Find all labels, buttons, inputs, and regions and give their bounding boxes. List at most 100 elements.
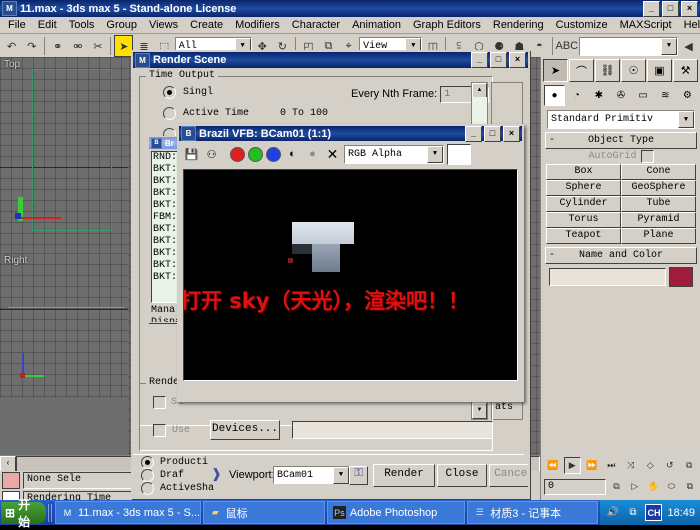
geometry-icon[interactable]: ● xyxy=(544,85,566,106)
close-button[interactable]: × xyxy=(503,125,520,142)
modify-tab[interactable]: ⌒ xyxy=(569,59,594,82)
render-button[interactable]: Render xyxy=(373,464,435,487)
shapes-icon[interactable]: ◔ xyxy=(566,85,588,106)
menu-animation[interactable]: Animation xyxy=(346,18,407,32)
pyramid-button[interactable]: Pyramid xyxy=(621,212,696,228)
rollout-collapse-icon[interactable]: - xyxy=(546,250,558,261)
viewport-dropdown[interactable]: BCam01 ▼ xyxy=(273,466,350,484)
taskbar-item-folder[interactable]: ▰ 鼠标 xyxy=(202,501,325,524)
space-warps-icon[interactable]: ≋ xyxy=(654,85,676,106)
cylinder-button[interactable]: Cylinder xyxy=(546,196,621,212)
unlink-selection-icon[interactable]: ⚮ xyxy=(68,35,88,57)
clear-icon[interactable]: ✕ xyxy=(324,146,341,163)
menu-character[interactable]: Character xyxy=(286,18,346,32)
object-category-dropdown[interactable]: Standard Primitiv ▼ xyxy=(547,110,695,129)
torus-button[interactable]: Torus xyxy=(546,212,621,228)
object-type-header[interactable]: - Object Type xyxy=(545,132,697,149)
field-of-view-icon[interactable]: ▷ xyxy=(626,478,643,495)
rollout-collapse-icon[interactable]: - xyxy=(546,135,558,146)
named-selection-sets-icon[interactable]: ABC xyxy=(555,35,578,57)
viewport-right[interactable]: Right xyxy=(0,253,128,398)
name-and-color-header[interactable]: - Name and Color xyxy=(545,247,697,264)
chevron-down-icon[interactable]: ▼ xyxy=(427,145,443,163)
object-name-input[interactable] xyxy=(549,268,666,286)
sphere-button[interactable]: Sphere xyxy=(546,180,621,196)
device-field[interactable] xyxy=(292,421,493,439)
devices-button[interactable]: Devices... xyxy=(210,420,281,440)
autogrid-checkbox[interactable] xyxy=(640,149,654,163)
maximize-button[interactable]: □ xyxy=(662,0,679,17)
menu-customize[interactable]: Customize xyxy=(550,18,614,32)
activeshade-radio[interactable] xyxy=(141,482,154,495)
menu-create[interactable]: Create xyxy=(184,18,229,32)
step-back-icon[interactable]: ⏪ xyxy=(544,457,562,474)
menu-tools[interactable]: Tools xyxy=(63,18,101,32)
maximize-button[interactable]: □ xyxy=(490,52,507,68)
current-frame-input[interactable]: 0 xyxy=(544,478,607,495)
taskbar-item-max[interactable]: M 11.max - 3ds max 5 - S... xyxy=(55,501,201,524)
color-swatch[interactable] xyxy=(447,143,471,165)
arc-rotate-icon[interactable]: ↺ xyxy=(661,457,679,474)
teapot-button[interactable]: Teapot xyxy=(546,228,621,244)
select-and-link-icon[interactable]: ⚭ xyxy=(48,35,68,57)
minimize-button[interactable]: _ xyxy=(471,52,488,68)
orbit-icon[interactable]: ⬭ xyxy=(663,478,680,495)
monochrome-icon[interactable]: ● xyxy=(304,146,321,163)
key-mode-icon[interactable]: ⧉ xyxy=(608,478,625,495)
redo-icon[interactable]: ↷ xyxy=(22,35,42,57)
systems-icon[interactable]: ⚙ xyxy=(676,85,698,106)
production-radio-row[interactable]: Producti xyxy=(141,456,208,469)
viewport-top[interactable]: Top xyxy=(0,57,128,252)
taskbar-item-notepad[interactable]: ☰ 材质3 - 记事本 xyxy=(467,501,599,524)
close-button[interactable]: × xyxy=(681,0,698,17)
single-frame-radio-row[interactable]: Singl xyxy=(163,86,213,99)
bind-to-space-warp-icon[interactable]: ✂ xyxy=(88,35,108,57)
single-frame-radio[interactable] xyxy=(163,86,176,99)
use-device-checkbox[interactable] xyxy=(153,423,166,437)
hierarchy-tab[interactable]: ⛓ xyxy=(595,59,620,82)
minimize-button[interactable]: _ xyxy=(465,125,482,142)
motion-tab[interactable]: ☉ xyxy=(621,59,646,82)
draft-radio[interactable] xyxy=(141,469,154,482)
viewport-lock-button[interactable]: ⚿ xyxy=(349,466,368,485)
taskbar-grip[interactable] xyxy=(48,503,53,522)
display-tab[interactable]: ▣ xyxy=(647,59,672,82)
geosphere-button[interactable]: GeoSphere xyxy=(621,180,696,196)
step-forward-icon[interactable]: ⏩ xyxy=(583,457,601,474)
maximize-button[interactable]: □ xyxy=(484,125,501,142)
maximize-viewport-icon[interactable]: ⧉ xyxy=(681,478,698,495)
named-selection-sets-dropdown[interactable]: ▼ xyxy=(578,36,678,56)
save-file-checkbox[interactable] xyxy=(153,396,166,409)
blue-channel-button[interactable] xyxy=(266,146,281,162)
production-radio[interactable] xyxy=(141,456,154,469)
vfb-render-canvas[interactable]: 打开 sky（天光），渲染吧！！ xyxy=(183,169,518,381)
chevron-down-icon[interactable]: ▼ xyxy=(333,466,349,484)
close-button[interactable]: Close xyxy=(437,464,487,487)
quick-render-icon[interactable]: ◓ xyxy=(529,35,549,57)
minimize-button[interactable]: _ xyxy=(643,0,660,17)
clone-icon[interactable]: ⚇ xyxy=(203,146,220,163)
zoom-extents-icon[interactable]: ⤨ xyxy=(622,457,640,474)
arc-rotate-icon[interactable]: ◀ xyxy=(678,35,699,57)
zoom-all-icon[interactable]: ◇ xyxy=(641,457,659,474)
utilities-tab[interactable]: ⚒ xyxy=(673,59,698,82)
draft-radio-row[interactable]: Draf xyxy=(141,469,184,482)
save-icon[interactable]: 💾 xyxy=(183,146,200,163)
start-button[interactable]: ⊞ 开始 xyxy=(1,498,47,529)
menu-group[interactable]: Group xyxy=(100,18,143,32)
min-max-toggle-icon[interactable]: ⧉ xyxy=(680,457,698,474)
object-color-swatch[interactable] xyxy=(669,267,693,287)
pan-icon[interactable]: ✋ xyxy=(644,478,662,495)
menu-graph-editors[interactable]: Graph Editors xyxy=(407,18,487,32)
tube-button[interactable]: Tube xyxy=(621,196,696,212)
menu-help[interactable]: Help xyxy=(678,18,700,32)
helpers-icon[interactable]: ▭ xyxy=(632,85,654,106)
undo-icon[interactable]: ↶ xyxy=(2,35,22,57)
goto-end-icon[interactable]: ⏭ xyxy=(602,457,620,474)
channel-dropdown[interactable]: RGB Alpha ▼ xyxy=(344,144,444,164)
alpha-channel-icon[interactable]: ◐ xyxy=(284,146,301,163)
network-icon[interactable]: ⧉ xyxy=(625,505,640,520)
close-button[interactable]: × xyxy=(509,52,526,68)
lights-icon[interactable]: ✱ xyxy=(588,85,610,106)
chevron-down-icon[interactable]: ▼ xyxy=(678,111,694,128)
